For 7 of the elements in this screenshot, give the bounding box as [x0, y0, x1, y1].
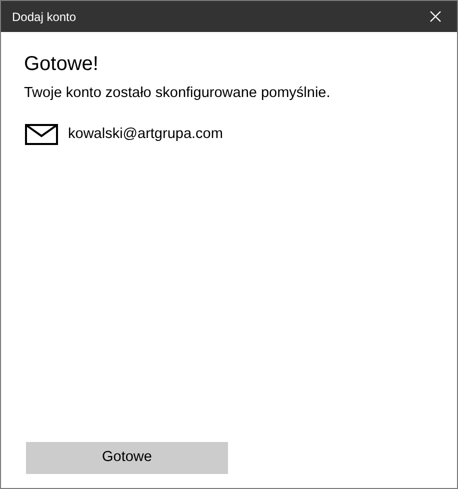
done-button[interactable]: Gotowe [26, 442, 228, 474]
envelope-icon [25, 124, 58, 146]
account-email: kowalski@artgrupa.com [68, 124, 223, 144]
message: Twoje konto zostało skonfigurowane pomyślnie. [24, 84, 332, 103]
close-icon [430, 11, 440, 22]
heading: Gotowe! [24, 52, 100, 77]
window-title: Dodaj konto [12, 8, 76, 26]
